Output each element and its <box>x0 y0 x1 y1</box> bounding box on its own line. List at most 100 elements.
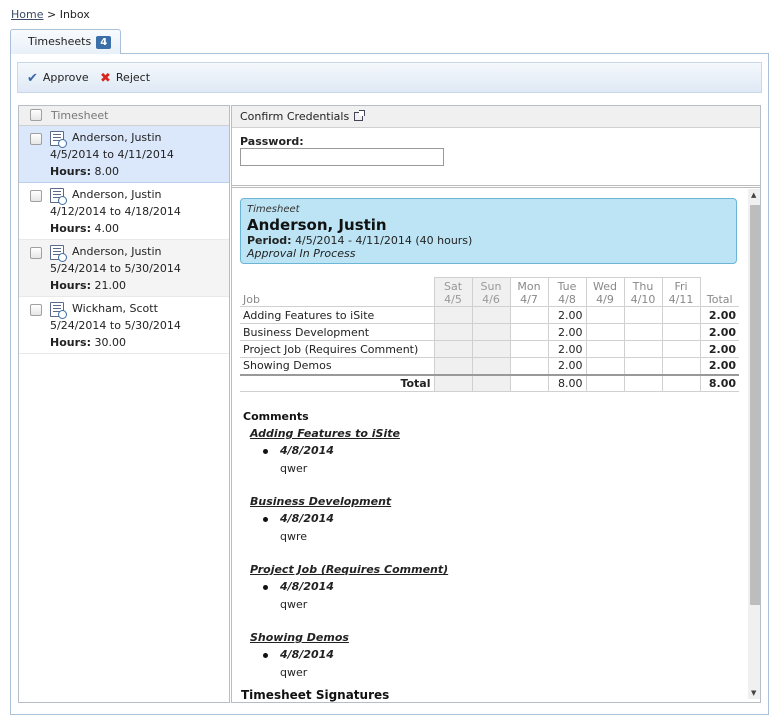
comments-heading: Comments <box>243 410 309 423</box>
hours-cell <box>509 373 549 392</box>
day-column-header: Tue 4/8 <box>547 277 587 307</box>
table-row: Showing Demos 2.00 2.00 <box>240 357 739 375</box>
popout-icon[interactable] <box>354 110 366 121</box>
job-name: Adding Features to iSite <box>240 306 435 324</box>
hours-cell <box>661 357 701 375</box>
comment-date: 4/8/2014 <box>280 580 334 593</box>
hours-cell <box>585 306 625 324</box>
hours-cell <box>509 323 549 341</box>
hours-cell <box>471 306 511 324</box>
list-item[interactable]: Wickham, Scott 5/24/2014 to 5/30/2014 Hour… <box>19 297 229 354</box>
tab-panel: ✔ Approve ✖ Reject Timesheet Anderson, Jus… <box>10 53 769 715</box>
vertical-scrollbar[interactable]: ▲ ▼ <box>748 189 760 699</box>
signatures-heading: Timesheet Signatures <box>241 688 390 702</box>
comment-entry: 4/8/2014 qwre <box>243 512 723 563</box>
breadcrumb-home-link[interactable]: Home <box>11 8 43 21</box>
hours-cell <box>509 357 549 375</box>
hours-grid: Job Sat 4/5 Sun 4/6 Mon 4/7 Tue 4/8 Wed 4/9 Thu 4/1… <box>240 277 739 392</box>
period-value: 4/5/2014 - 4/11/2014 (40 hours) <box>295 234 473 247</box>
day-of-week: Wed <box>593 280 617 293</box>
splitter[interactable] <box>232 185 760 188</box>
hours-cell <box>509 306 549 324</box>
hours-cell <box>509 340 549 358</box>
list-item[interactable]: Anderson, Justin 4/12/2014 to 4/18/2014 Ho… <box>19 183 229 240</box>
scroll-down-icon[interactable]: ▼ <box>751 689 756 697</box>
scrollbar-thumb[interactable] <box>750 205 760 605</box>
hours-cell <box>471 323 511 341</box>
row-checkbox[interactable] <box>30 247 42 259</box>
row-checkbox[interactable] <box>30 304 42 316</box>
day-date: 4/11 <box>668 293 694 306</box>
password-field[interactable] <box>240 148 444 166</box>
day-date: 4/10 <box>630 293 656 306</box>
list-item[interactable]: Anderson, Justin 5/24/2014 to 5/30/2014 Ho… <box>19 240 229 297</box>
comment-text: qwre <box>280 530 308 543</box>
hours-cell <box>471 357 511 375</box>
bullet-icon <box>263 449 268 454</box>
comment-job-title: Showing Demos <box>250 631 349 644</box>
tab-timesheets-label: Timesheets <box>28 35 92 48</box>
grand-total: 8.00 <box>699 373 739 392</box>
timesheet-list: Timesheet Anderson, Justin 4/5/2014 to 4/… <box>18 105 230 703</box>
approve-button[interactable]: ✔ Approve <box>27 71 89 86</box>
day-date: 4/7 <box>520 293 538 306</box>
job-column-header: Job <box>240 277 434 307</box>
hours-cell <box>661 306 701 324</box>
comment-text: qwer <box>280 462 308 475</box>
hours-value: 21.00 <box>94 279 126 292</box>
date-range: 5/24/2014 to 5/30/2014 <box>50 262 181 275</box>
row-total: 2.00 <box>699 306 739 324</box>
comment-job-title: Project Job (Requires Comment) <box>250 563 449 576</box>
hours-cell <box>623 306 663 324</box>
hours-value: 8.00 <box>94 165 119 178</box>
hours-cell: 2.00 <box>547 357 587 375</box>
tab-timesheets[interactable]: Timesheets 4 <box>10 29 121 54</box>
hours-cell <box>433 323 473 341</box>
hours-cell <box>433 306 473 324</box>
day-of-week: Thu <box>632 280 654 293</box>
row-checkbox[interactable] <box>30 133 42 145</box>
day-date: 4/9 <box>596 293 614 306</box>
hours-cell <box>433 373 473 392</box>
breadcrumb-separator: > <box>46 8 57 21</box>
day-column-header: Fri 4/11 <box>661 277 701 307</box>
scroll-up-icon[interactable]: ▲ <box>751 191 756 199</box>
breadcrumb: Home > Inbox <box>11 8 90 21</box>
timesheet-column-label: Timesheet <box>51 109 109 122</box>
comment-date: 4/8/2014 <box>280 512 334 525</box>
timesheet-detail: Timesheet Anderson, Justin Period: 4/5/2… <box>232 189 760 702</box>
row-total: 2.00 <box>699 340 739 358</box>
confirm-credentials-header: Confirm Credentials <box>232 106 760 128</box>
totals-row: Total 8.00 8.00 <box>240 373 739 392</box>
date-range: 4/12/2014 to 4/18/2014 <box>50 205 181 218</box>
select-all-checkbox[interactable] <box>30 109 42 121</box>
toolbar: ✔ Approve ✖ Reject <box>17 62 762 93</box>
reject-button[interactable]: ✖ Reject <box>100 71 150 86</box>
day-column-header: Mon 4/7 <box>509 277 549 307</box>
day-column-header: Wed 4/9 <box>585 277 625 307</box>
list-item[interactable]: Anderson, Justin 4/5/2014 to 4/11/2014 Hou… <box>19 126 229 183</box>
timesheet-icon <box>50 131 67 148</box>
day-of-week: Sun <box>480 280 502 293</box>
hours-cell <box>471 373 511 392</box>
employee-name: Anderson, Justin <box>72 131 162 144</box>
employee-name: Anderson, Justin <box>72 245 162 258</box>
period-label: Period: <box>247 234 292 247</box>
breadcrumb-current: Inbox <box>59 8 90 21</box>
employee-name: Wickham, Scott <box>72 302 158 315</box>
period-line: Period: 4/5/2014 - 4/11/2014 (40 hours) <box>247 234 730 247</box>
checkmark-icon: ✔ <box>27 71 38 86</box>
row-total: 2.00 <box>699 357 739 375</box>
hours: Hours: 8.00 <box>50 165 119 178</box>
hours-cell <box>585 323 625 341</box>
comment-job-title: Business Development <box>250 495 392 508</box>
hours-cell <box>433 340 473 358</box>
hours: Hours: 30.00 <box>50 336 126 349</box>
hours-label: Hours: <box>50 165 91 178</box>
hours-cell <box>433 357 473 375</box>
bullet-icon <box>263 653 268 658</box>
hours-cell: 2.00 <box>547 323 587 341</box>
password-label: Password: <box>240 135 304 148</box>
row-checkbox[interactable] <box>30 190 42 202</box>
day-date: 4/5 <box>444 293 462 306</box>
